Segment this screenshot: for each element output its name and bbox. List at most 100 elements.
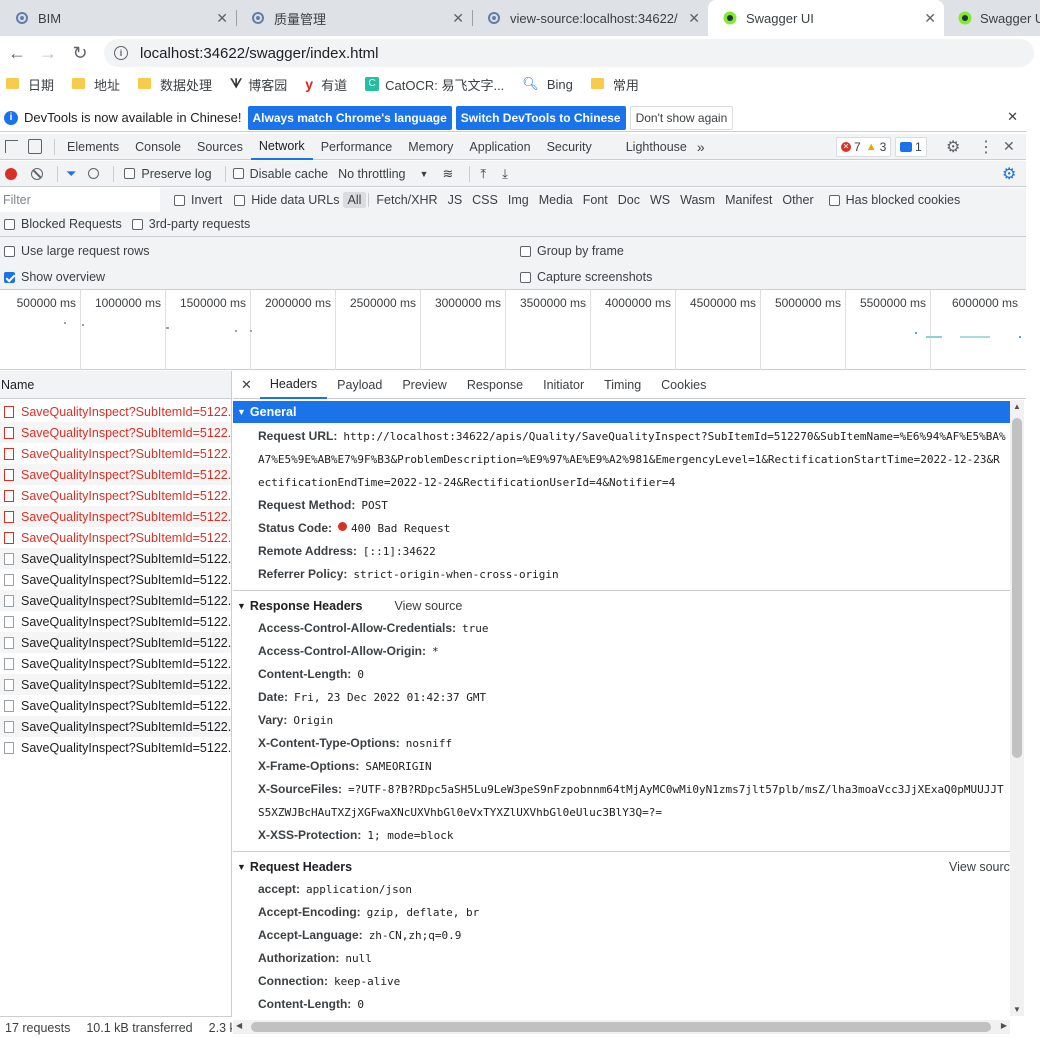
close-icon[interactable]: ✕ xyxy=(1007,109,1018,125)
preserve-log-checkbox[interactable] xyxy=(124,168,136,179)
settings-gear-icon[interactable]: ⚙ xyxy=(946,137,960,157)
filter-type-wasm[interactable]: Wasm xyxy=(675,192,720,208)
request-row[interactable]: SaveQualityInspect?SubItemId=5122... xyxy=(0,653,231,674)
browser-tab[interactable]: Swagger U xyxy=(944,0,1040,36)
info-icon[interactable]: i xyxy=(114,46,128,60)
tab-sources[interactable]: Sources xyxy=(189,134,251,160)
network-overview-timeline[interactable]: 500000 ms 1000000 ms 1500000 ms 2000000 … xyxy=(0,290,1026,370)
request-row[interactable]: SaveQualityInspect?SubItemId=5122... xyxy=(0,611,231,632)
bookmark-item[interactable]: 常用 xyxy=(590,75,639,94)
filter-type-img[interactable]: Img xyxy=(503,192,534,208)
record-icon[interactable] xyxy=(5,167,17,180)
request-row[interactable]: SaveQualityInspect?SubItemId=5122... xyxy=(0,485,231,506)
more-options-icon[interactable]: ⋮ xyxy=(978,137,994,157)
third-party-checkbox[interactable] xyxy=(131,218,143,230)
group-by-frame-setting[interactable]: Group by frame xyxy=(520,244,624,258)
bookmark-item[interactable]: 日期 xyxy=(6,75,54,94)
tab-timing[interactable]: Timing xyxy=(594,371,651,399)
reload-icon[interactable]: ↻ xyxy=(68,41,92,65)
tab-elements[interactable]: Elements xyxy=(59,134,127,160)
bookmark-item[interactable]: 数据处理 xyxy=(138,75,212,94)
invert-checkbox[interactable] xyxy=(174,194,185,206)
throttling-select[interactable]: No throttling xyxy=(338,167,405,181)
hide-data-urls-checkbox[interactable] xyxy=(234,194,246,206)
blocked-requests-checkbox[interactable] xyxy=(4,218,15,230)
request-row[interactable]: SaveQualityInspect?SubItemId=5122... xyxy=(0,674,231,695)
bookmark-item[interactable]: 🔍︎ Bing xyxy=(522,76,573,92)
search-icon[interactable] xyxy=(88,168,100,179)
close-icon[interactable]: ✕ xyxy=(924,10,936,27)
tab-memory[interactable]: Memory xyxy=(400,134,461,160)
chevron-down-icon[interactable]: ▼ xyxy=(420,169,429,179)
tab-preview[interactable]: Preview xyxy=(392,371,456,399)
request-row[interactable]: SaveQualityInspect?SubItemId=5122... xyxy=(0,548,231,569)
filter-type-other[interactable]: Other xyxy=(777,192,818,208)
tab-network[interactable]: Network xyxy=(250,134,313,160)
tab-console[interactable]: Console xyxy=(127,134,189,160)
close-icon[interactable]: ✕ xyxy=(688,10,700,27)
filter-type-css[interactable]: CSS xyxy=(467,192,503,208)
clear-icon[interactable] xyxy=(31,167,43,180)
bookmark-item[interactable]: C CatOCR: 易飞文字... xyxy=(365,75,504,94)
response-headers-section-header[interactable]: ▼ Response Headers View source xyxy=(233,595,1010,617)
tab-security[interactable]: Security xyxy=(539,134,600,160)
filter-type-all[interactable]: All xyxy=(342,192,367,208)
request-row[interactable]: SaveQualityInspect?SubItemId=5122... xyxy=(0,443,231,464)
bookmark-item[interactable]: 地址 xyxy=(72,75,120,94)
close-icon[interactable]: ✕ xyxy=(216,10,228,27)
capture-screenshots-setting[interactable]: Capture screenshots xyxy=(520,270,652,284)
browser-tab-active[interactable]: Swagger UI ✕ xyxy=(708,0,944,36)
browser-tab[interactable]: 质量管理 ✕ xyxy=(236,0,472,36)
vertical-scrollbar[interactable]: ▲ ▼ xyxy=(1010,400,1024,1016)
capture-screenshots-checkbox[interactable] xyxy=(520,271,531,283)
filter-type-font[interactable]: Font xyxy=(578,192,613,208)
group-by-frame-checkbox[interactable] xyxy=(520,245,531,257)
filter-type-fetch-xhr[interactable]: Fetch/XHR xyxy=(371,192,442,208)
request-row[interactable]: SaveQualityInspect?SubItemId=5122... xyxy=(0,590,231,611)
close-devtools-icon[interactable]: ✕ xyxy=(1003,138,1015,155)
show-overview-checkbox[interactable] xyxy=(4,271,15,283)
bookmark-item[interactable]: y 有道 xyxy=(305,75,347,94)
request-row[interactable]: SaveQualityInspect?SubItemId=5122... xyxy=(0,737,231,758)
tab-headers[interactable]: Headers xyxy=(259,371,328,399)
tab-cookies[interactable]: Cookies xyxy=(651,371,716,399)
inspect-element-icon[interactable] xyxy=(5,140,18,153)
scroll-left-icon[interactable]: ◀ xyxy=(236,1021,242,1030)
close-icon[interactable]: ✕ xyxy=(233,377,260,393)
view-source-link[interactable]: View source xyxy=(394,599,462,613)
switch-to-chinese-button[interactable]: Switch DevTools to Chinese xyxy=(455,105,626,130)
more-tabs-icon[interactable]: » xyxy=(697,139,705,155)
scroll-down-icon[interactable]: ▼ xyxy=(1013,1005,1021,1014)
request-row[interactable]: SaveQualityInspect?SubItemId=5122... xyxy=(0,401,231,422)
browser-tab[interactable]: view-source:localhost:34622/S ✕ xyxy=(472,0,708,36)
tab-application[interactable]: Application xyxy=(461,134,538,160)
messages-counter[interactable]: 1 xyxy=(895,137,927,157)
filter-type-manifest[interactable]: Manifest xyxy=(720,192,777,208)
filter-type-js[interactable]: JS xyxy=(443,192,468,208)
request-row[interactable]: SaveQualityInspect?SubItemId=5122... xyxy=(0,695,231,716)
tab-performance[interactable]: Performance xyxy=(313,134,401,160)
disable-cache-checkbox[interactable] xyxy=(232,168,244,179)
back-icon[interactable]: ← xyxy=(5,41,29,65)
request-headers-section-header[interactable]: ▼ Request Headers View sourc xyxy=(233,856,1010,878)
dont-show-again-button[interactable]: Don't show again xyxy=(629,105,734,130)
browser-tab[interactable]: BIM ✕ xyxy=(0,0,236,36)
filter-type-ws[interactable]: WS xyxy=(645,192,675,208)
request-row[interactable]: SaveQualityInspect?SubItemId=5122... xyxy=(0,527,231,548)
export-har-icon[interactable]: ⤓ xyxy=(502,166,508,182)
filter-type-media[interactable]: Media xyxy=(534,192,578,208)
request-row[interactable]: SaveQualityInspect?SubItemId=5122... xyxy=(0,464,231,485)
tab-initiator[interactable]: Initiator xyxy=(533,371,594,399)
tab-lighthouse[interactable]: Lighthouse xyxy=(618,134,695,160)
request-row[interactable]: SaveQualityInspect?SubItemId=5122... xyxy=(0,569,231,590)
import-har-icon[interactable]: ⤒ xyxy=(480,166,486,182)
view-source-link[interactable]: View sourc xyxy=(949,860,1010,874)
has-blocked-cookies-checkbox[interactable] xyxy=(828,194,840,206)
issues-counter[interactable]: ✕ 7 ▲ 3 xyxy=(836,137,892,157)
request-row[interactable]: SaveQualityInspect?SubItemId=5122... xyxy=(0,422,231,443)
scrollbar-thumb[interactable] xyxy=(1012,418,1022,758)
network-conditions-icon[interactable]: ≋ xyxy=(442,166,453,182)
forward-icon[interactable]: → xyxy=(36,41,60,65)
tab-response[interactable]: Response xyxy=(457,371,533,399)
general-section-header[interactable]: ▼ General xyxy=(233,401,1010,423)
